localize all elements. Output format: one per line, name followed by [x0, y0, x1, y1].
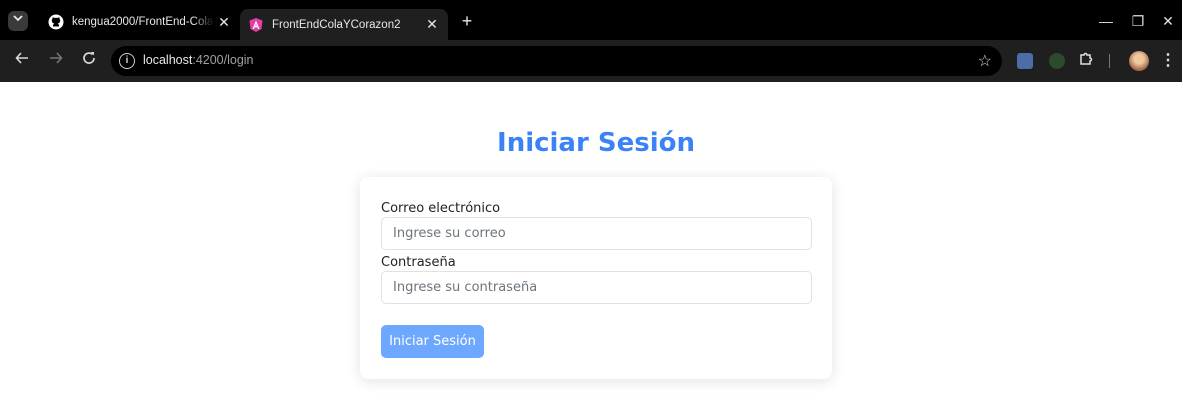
- login-button[interactable]: Iniciar Sesión: [381, 325, 484, 358]
- tab-frontend[interactable]: FrontEndColaYCorazon2 ✕: [240, 9, 448, 40]
- site-info-icon[interactable]: i: [119, 53, 135, 69]
- email-label: Correo electrónico: [381, 201, 501, 216]
- browser-toolbar: i localhost:4200/login ☆ ⋮: [0, 40, 1182, 82]
- login-page: Iniciar Sesión Correo electrónico Contra…: [0, 82, 1182, 406]
- back-button[interactable]: [12, 51, 32, 71]
- new-tab-button[interactable]: +: [456, 10, 478, 32]
- url-text[interactable]: localhost:4200/login: [143, 53, 254, 67]
- tab-strip: kengua2000/FrontEnd-ColaYCo ✕ FrontEndCo…: [0, 0, 1182, 40]
- forward-button[interactable]: [46, 51, 66, 71]
- tab-close-icon[interactable]: ✕: [422, 16, 442, 33]
- address-bar[interactable]: i localhost:4200/login ☆: [111, 46, 1002, 76]
- arrow-right-icon: [50, 52, 63, 64]
- tab-search-button[interactable]: [8, 11, 28, 31]
- tab-title: kengua2000/FrontEnd-ColaYCo: [72, 16, 214, 28]
- close-window-button[interactable]: ✕: [1156, 10, 1180, 32]
- url-path: :4200/login: [192, 53, 254, 67]
- login-card: Correo electrónico Contraseña Iniciar Se…: [360, 177, 832, 379]
- password-field[interactable]: [381, 271, 812, 304]
- reload-button[interactable]: [79, 51, 99, 71]
- toolbar-divider: [1109, 54, 1110, 68]
- extension-icon[interactable]: [1017, 53, 1033, 69]
- email-field[interactable]: [381, 217, 812, 250]
- password-label: Contraseña: [381, 255, 456, 270]
- reload-icon: [83, 52, 95, 64]
- minimize-button[interactable]: —: [1094, 10, 1118, 32]
- github-icon: [48, 14, 64, 30]
- extensions-puzzle-icon[interactable]: [1079, 50, 1095, 71]
- restore-button[interactable]: ❐: [1126, 10, 1150, 32]
- bookmark-star-icon[interactable]: ☆: [978, 51, 992, 71]
- profile-avatar[interactable]: [1129, 51, 1149, 71]
- tab-github[interactable]: kengua2000/FrontEnd-ColaYCo ✕: [40, 9, 240, 35]
- url-host: localhost: [143, 53, 193, 67]
- kebab-menu-icon[interactable]: ⋮: [1160, 50, 1176, 70]
- angular-icon: [248, 17, 264, 33]
- chevron-down-icon: [13, 15, 23, 22]
- tab-title: FrontEndColaYCorazon2: [272, 18, 401, 31]
- tab-close-icon[interactable]: ✕: [214, 14, 234, 31]
- arrow-left-icon: [15, 52, 28, 64]
- page-title: Iniciar Sesión: [497, 128, 695, 158]
- extension-icon[interactable]: [1049, 53, 1065, 69]
